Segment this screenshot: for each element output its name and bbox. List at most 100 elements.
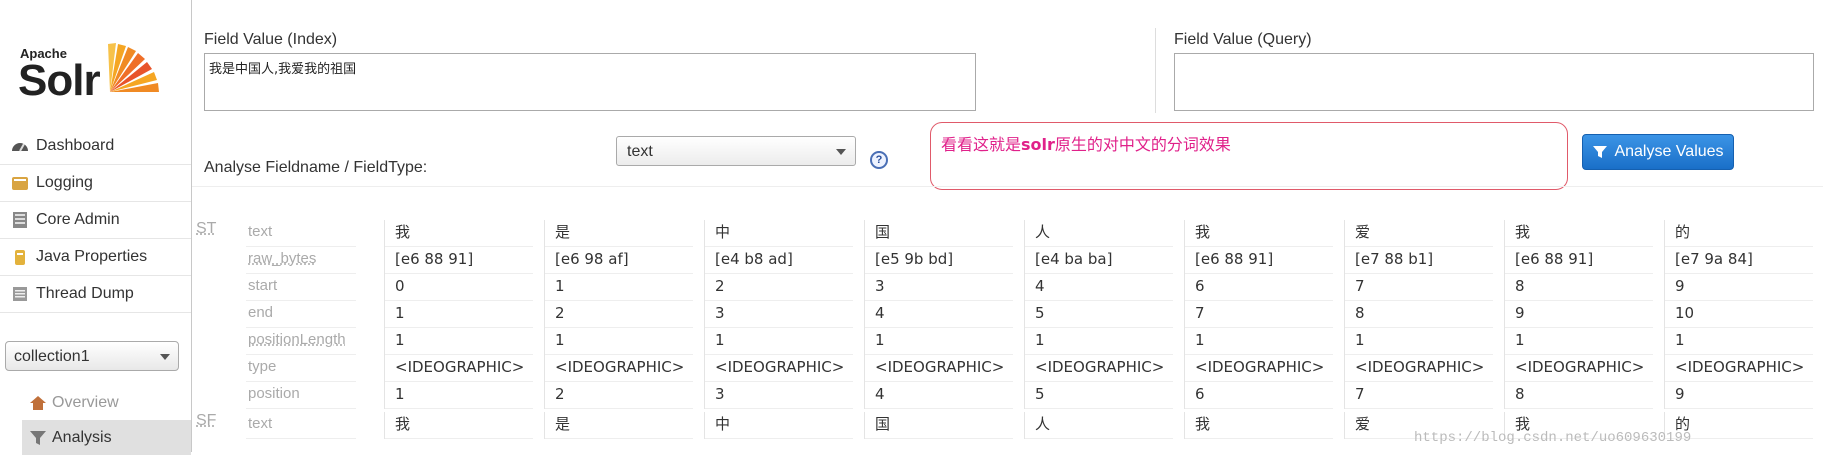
token-positionlength: 1 [385,328,533,355]
analyse-values-button[interactable]: Analyse Values [1582,134,1734,170]
token-end: 10 [1665,301,1813,328]
nav-logging[interactable]: Logging [0,165,191,202]
token-text: 国 [865,412,1013,439]
token-raw-bytes: [e5 9b bd] [865,247,1013,274]
token-end: 2 [545,301,693,328]
token-text: 人 [1025,220,1173,247]
token-positionlength: 1 [1665,328,1813,355]
token-column: 我 [e6 88 91] 0 1 1 <IDEOGRAPHIC> 1 [384,220,533,409]
annotation-text-bold: solr [1021,135,1055,154]
token-raw-bytes: [e6 98 af] [545,247,693,274]
sidebar: Apache Solr Dashboard Logging Core Admin… [0,0,192,452]
analyse-values-label: Analyse Values [1614,143,1723,161]
nav-label: Core Admin [36,211,120,229]
token-end: 1 [385,301,533,328]
help-icon[interactable]: ? [870,151,888,169]
attribute-label: type [246,355,356,382]
fieldtype-select[interactable]: text [616,136,856,166]
token-column: 中 [704,412,853,439]
core-selector[interactable]: collection1 [5,341,179,371]
attribute-column: text [246,412,356,439]
token-text: 人 [1025,412,1173,439]
token-position: 1 [385,382,533,409]
token-column: 是 [544,412,693,439]
analysis-icon [28,428,48,448]
nav-thread-dump[interactable]: Thread Dump [0,276,191,313]
solr-logo[interactable]: Apache Solr [18,22,178,112]
token-text: 的 [1665,220,1813,247]
nav-label: Java Properties [36,248,147,266]
token-position: 6 [1185,382,1333,409]
token-type: <IDEOGRAPHIC> [705,355,853,382]
token-text: 我 [1505,220,1653,247]
attribute-label: position [246,382,356,409]
token-text: 中 [705,412,853,439]
token-text: 是 [545,412,693,439]
core-nav-overview[interactable]: Overview [22,385,191,420]
attribute-label: positionLength [246,328,356,355]
attribute-column: text raw_bytes start end positionLength type p… [246,220,356,409]
filter-icon [1592,144,1608,160]
token-start: 4 [1025,274,1173,301]
token-type: <IDEOGRAPHIC> [1025,355,1173,382]
nav-dashboard[interactable]: Dashboard [0,128,191,165]
token-position: 8 [1505,382,1653,409]
token-type: <IDEOGRAPHIC> [385,355,533,382]
overview-icon [28,393,48,413]
watermark: https://blog.csdn.net/uo609630199 [1414,430,1691,446]
token-position: 4 [865,382,1013,409]
nav-java-properties[interactable]: Java Properties [0,239,191,276]
token-raw-bytes: [e7 88 b1] [1345,247,1493,274]
core-nav-analysis[interactable]: Analysis [22,420,191,455]
chevron-down-icon [836,149,846,155]
token-column: 我 [1184,412,1333,439]
thread-dump-icon [10,284,30,304]
token-text: 中 [705,220,853,247]
token-position: 2 [545,382,693,409]
nav-core-admin[interactable]: Core Admin [0,202,191,239]
core-nav-label: Overview [52,394,119,412]
fieldtype-label: Analyse Fieldname / FieldType: [204,159,427,177]
token-end: 5 [1025,301,1173,328]
token-positionlength: 1 [1185,328,1333,355]
token-text: 我 [385,220,533,247]
stage-key[interactable]: SF [196,412,216,430]
token-position: 9 [1665,382,1813,409]
token-start: 2 [705,274,853,301]
token-type: <IDEOGRAPHIC> [1345,355,1493,382]
token-column: 国 [e5 9b bd] 3 4 1 <IDEOGRAPHIC> 4 [864,220,1013,409]
solr-sun-icon [96,26,176,106]
token-raw-bytes: [e6 88 91] [385,247,533,274]
token-positionlength: 1 [1025,328,1173,355]
chevron-down-icon [160,354,170,360]
token-positionlength: 1 [1505,328,1653,355]
token-raw-bytes: [e6 88 91] [1185,247,1333,274]
token-type: <IDEOGRAPHIC> [1505,355,1653,382]
stage-key[interactable]: ST [196,220,216,238]
attribute-label: text [246,412,356,439]
nav-label: Thread Dump [36,285,134,303]
token-end: 3 [705,301,853,328]
token-type: <IDEOGRAPHIC> [545,355,693,382]
attribute-label: raw_bytes [246,247,356,274]
index-value-label: Field Value (Index) [204,31,337,49]
token-raw-bytes: [e4 b8 ad] [705,247,853,274]
token-position: 7 [1345,382,1493,409]
query-value-label: Field Value (Query) [1174,31,1312,49]
token-text: 爱 [1345,220,1493,247]
token-text: 国 [865,220,1013,247]
token-column: 的 [e7 9a 84] 9 10 1 <IDEOGRAPHIC> 9 [1664,220,1813,409]
token-start: 9 [1665,274,1813,301]
token-text: 是 [545,220,693,247]
token-text: 我 [1185,220,1333,247]
annotation-note: 看看这就是solr原生的对中文的分词效果 [930,122,1568,190]
index-value-input[interactable] [204,53,976,111]
token-raw-bytes: [e6 88 91] [1505,247,1653,274]
annotation-text-after: 原生的对中文的分词效果 [1055,135,1231,154]
query-value-input[interactable] [1174,53,1814,111]
token-start: 1 [545,274,693,301]
attribute-label: start [246,274,356,301]
main-nav: Dashboard Logging Core Admin Java Proper… [0,128,191,313]
token-start: 6 [1185,274,1333,301]
token-type: <IDEOGRAPHIC> [865,355,1013,382]
